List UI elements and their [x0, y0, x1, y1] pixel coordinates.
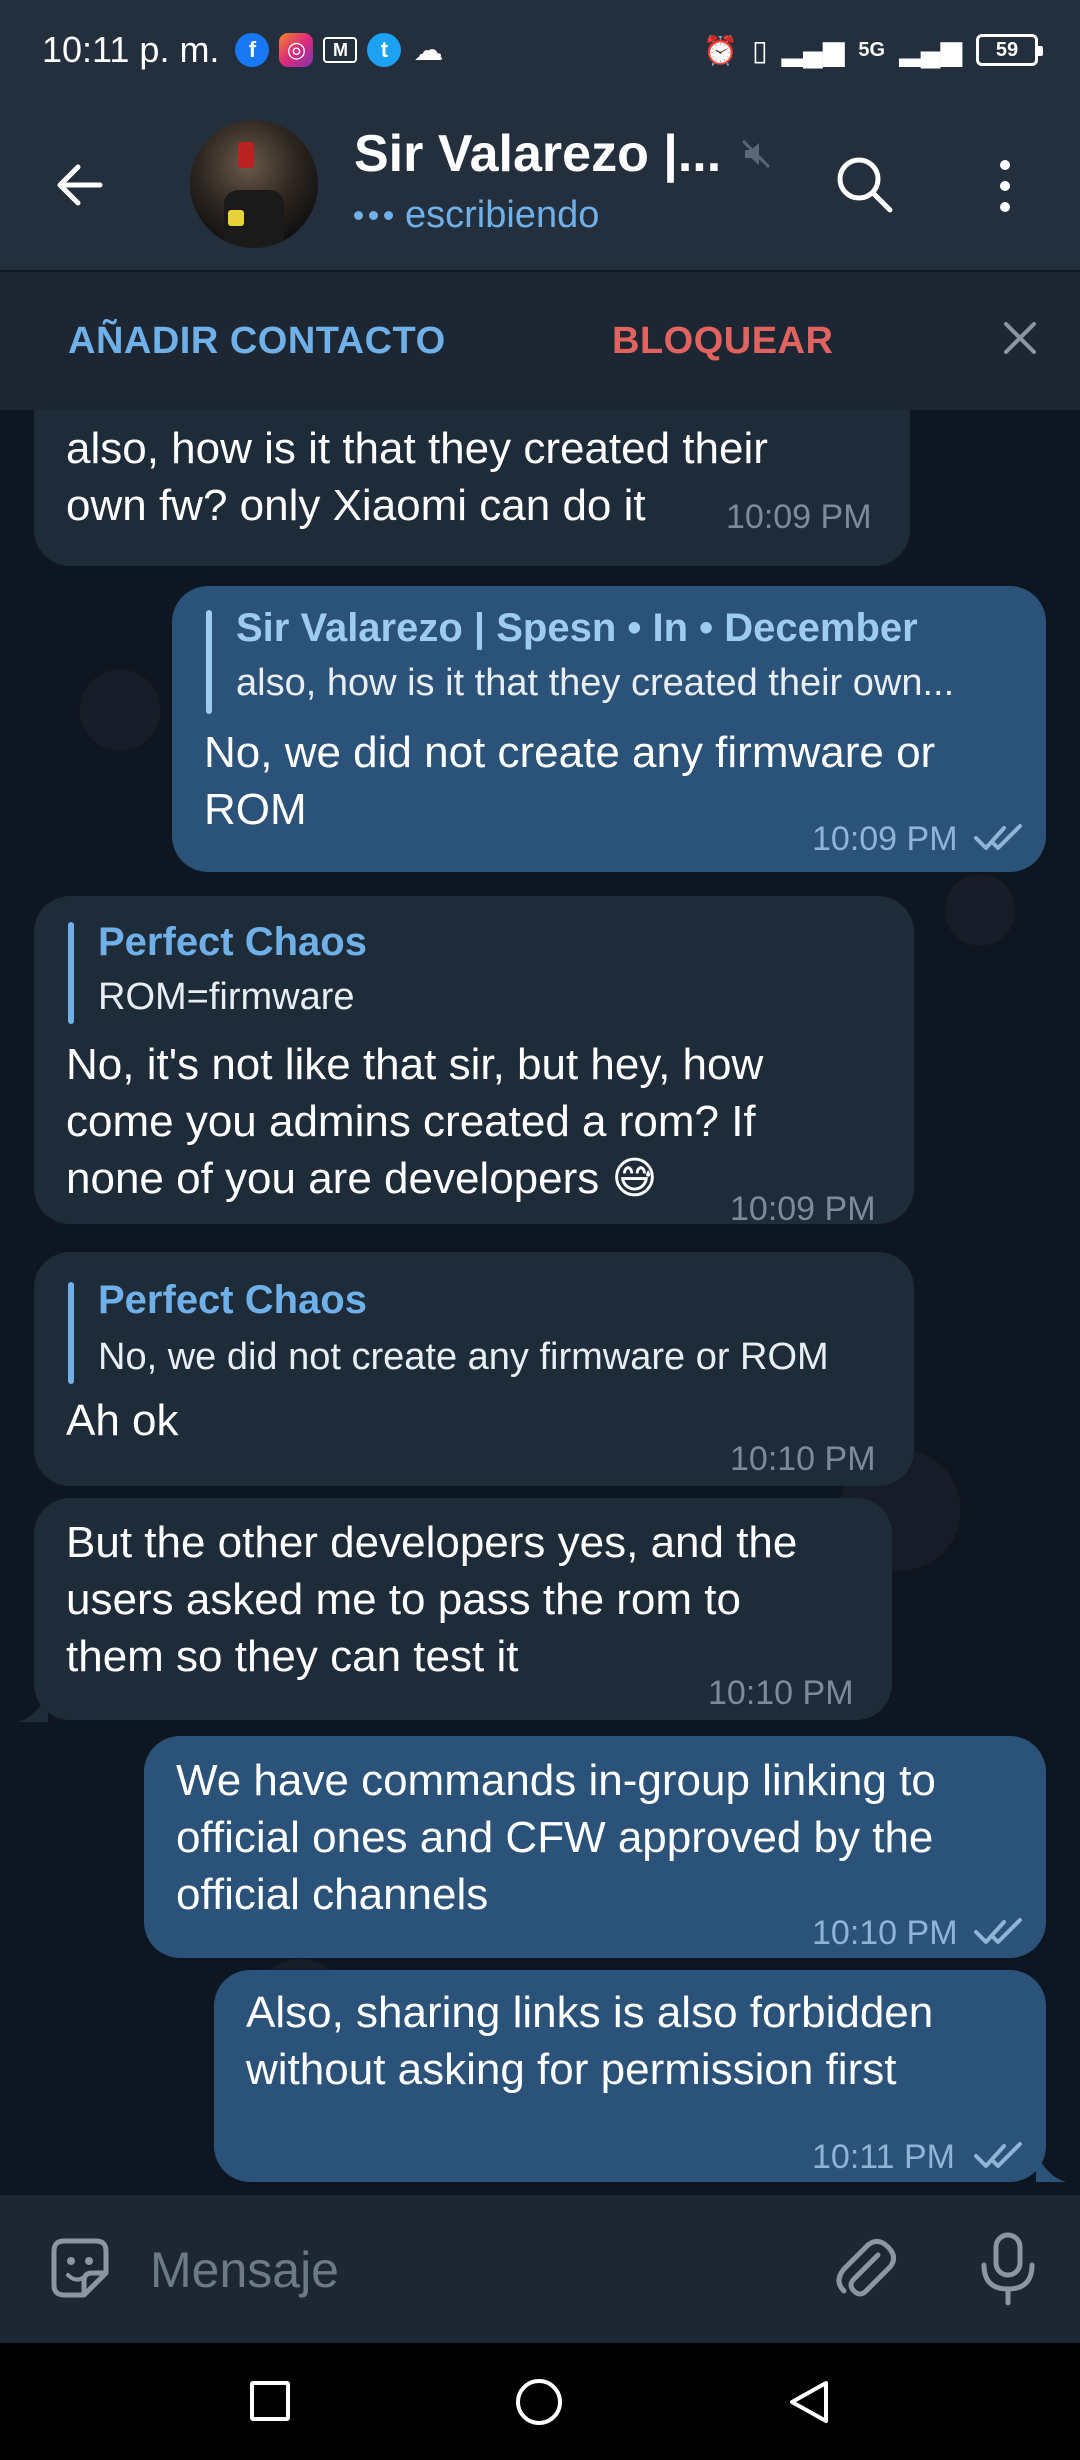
gmail-icon: M — [323, 37, 358, 63]
message-bubble-incoming[interactable]: Perfect Chaos No, we did not create any … — [34, 1252, 914, 1486]
reply-sender: Sir Valarezo | Spesn • In • December — [236, 606, 918, 650]
reply-text: ROM=firmware — [98, 976, 355, 1018]
block-button[interactable]: BLOQUEAR — [612, 320, 833, 363]
status-right: ⏰ ▯ ▂▄▆ 5G ▂▄▆ 59 — [703, 34, 1043, 67]
message-bubble-incoming[interactable]: also, how is it that they created their … — [34, 410, 910, 566]
facebook-icon: f — [235, 33, 270, 67]
read-check-icon — [974, 2142, 1022, 2168]
bubble-tail — [1036, 2152, 1066, 2182]
avatar-phone — [238, 142, 254, 168]
network-type: 5G — [858, 38, 886, 61]
message-input[interactable] — [150, 2235, 790, 2305]
attach-icon[interactable] — [832, 2235, 900, 2303]
avatar-logo — [228, 210, 244, 226]
message-input-bar — [0, 2195, 1080, 2343]
instagram-icon: ◎ — [279, 33, 314, 67]
message-text: No, it's not like that sir, but hey, how… — [66, 1040, 764, 1203]
status-bar: 10:11 p. m. f ◎ M t ☁ ⏰ ▯ ▂▄▆ 5G ▂▄▆ 59 — [0, 0, 1080, 100]
vibrate-icon: ▯ — [752, 34, 768, 66]
typing-dots-icon — [354, 211, 393, 220]
reply-quote-bar — [68, 922, 74, 1024]
alarm-icon: ⏰ — [703, 34, 739, 66]
message-time: 10:09 PM — [726, 498, 872, 536]
read-check-icon — [974, 1918, 1022, 1944]
message-text: Ah ok — [66, 1396, 179, 1445]
message-bubble-incoming[interactable]: Perfect Chaos ROM=firmware No, it's not … — [34, 896, 914, 1228]
mute-icon — [742, 139, 771, 169]
message-time: 10:11 PM — [812, 2138, 956, 2176]
microphone-icon[interactable] — [976, 2231, 1040, 2307]
avatar[interactable] — [190, 120, 318, 248]
chat-title: Sir Valarezo |... — [354, 124, 773, 184]
reply-quote-bar — [68, 1282, 74, 1384]
action-bar: AÑADIR CONTACTO BLOQUEAR — [0, 272, 1080, 410]
system-nav-bar — [0, 2343, 1080, 2460]
message-time: 10:10 PM — [730, 1440, 876, 1478]
typing-status: escribiendo — [354, 194, 773, 237]
status-time: 10:11 p. m. — [42, 29, 220, 70]
message-text: Also, sharing links is also forbidden wi… — [246, 1988, 934, 2094]
message-time: 10:10 PM — [812, 1914, 958, 1952]
bubble-tail — [18, 1692, 48, 1722]
add-contact-button[interactable]: AÑADIR CONTACTO — [68, 320, 446, 363]
reply-sender: Perfect Chaos — [98, 920, 367, 964]
reply-text: also, how is it that they created their … — [236, 662, 955, 704]
signal-icon: ▂▄▆ — [781, 34, 845, 66]
message-bubble-outgoing[interactable]: We have commands in-group linking to off… — [144, 1736, 1046, 1958]
home-icon[interactable] — [516, 2379, 562, 2425]
message-time: 10:10 PM — [708, 1674, 854, 1712]
sticker-icon[interactable] — [44, 2233, 116, 2305]
close-icon[interactable] — [1000, 318, 1040, 358]
search-icon[interactable] — [832, 152, 896, 216]
read-check-icon — [974, 824, 1022, 850]
message-bubble-outgoing[interactable]: Sir Valarezo | Spesn • In • December als… — [172, 586, 1046, 872]
message-time: 10:09 PM — [812, 820, 958, 858]
cloud-icon: ☁ — [413, 33, 444, 67]
battery-level: 59 — [995, 38, 1019, 61]
message-text: But the other developers yes, and the us… — [66, 1518, 798, 1681]
message-bubble-incoming[interactable]: But the other developers yes, and the us… — [34, 1498, 892, 1720]
title-block[interactable]: Sir Valarezo |... escribiendo — [354, 124, 773, 237]
chat-area[interactable]: also, how is it that they created their … — [0, 410, 1080, 2195]
reply-sender: Perfect Chaos — [98, 1278, 367, 1322]
chat-title-text: Sir Valarezo |... — [354, 125, 722, 183]
message-time: 10:09 PM — [730, 1190, 876, 1228]
chat-header: Sir Valarezo |... escribiendo — [0, 100, 1080, 270]
battery-icon: 59 — [976, 34, 1043, 66]
back-arrow-icon[interactable] — [50, 155, 110, 215]
more-vertical-icon[interactable] — [990, 154, 1020, 218]
back-icon[interactable] — [786, 2379, 830, 2425]
message-text: We have commands in-group linking to off… — [176, 1756, 936, 1919]
twitter-icon: t — [367, 33, 402, 67]
message-text: also, how is it that they created their … — [66, 424, 768, 530]
typing-text: escribiendo — [405, 194, 600, 236]
recents-icon[interactable] — [250, 2381, 290, 2421]
reply-text: No, we did not create any firmware or RO… — [98, 1336, 829, 1378]
reply-quote-bar — [206, 610, 212, 714]
signal-icon-2: ▂▄▆ — [899, 34, 962, 66]
status-left: 10:11 p. m. f ◎ M t ☁ — [42, 29, 445, 71]
message-bubble-outgoing[interactable]: Also, sharing links is also forbidden wi… — [214, 1970, 1046, 2182]
